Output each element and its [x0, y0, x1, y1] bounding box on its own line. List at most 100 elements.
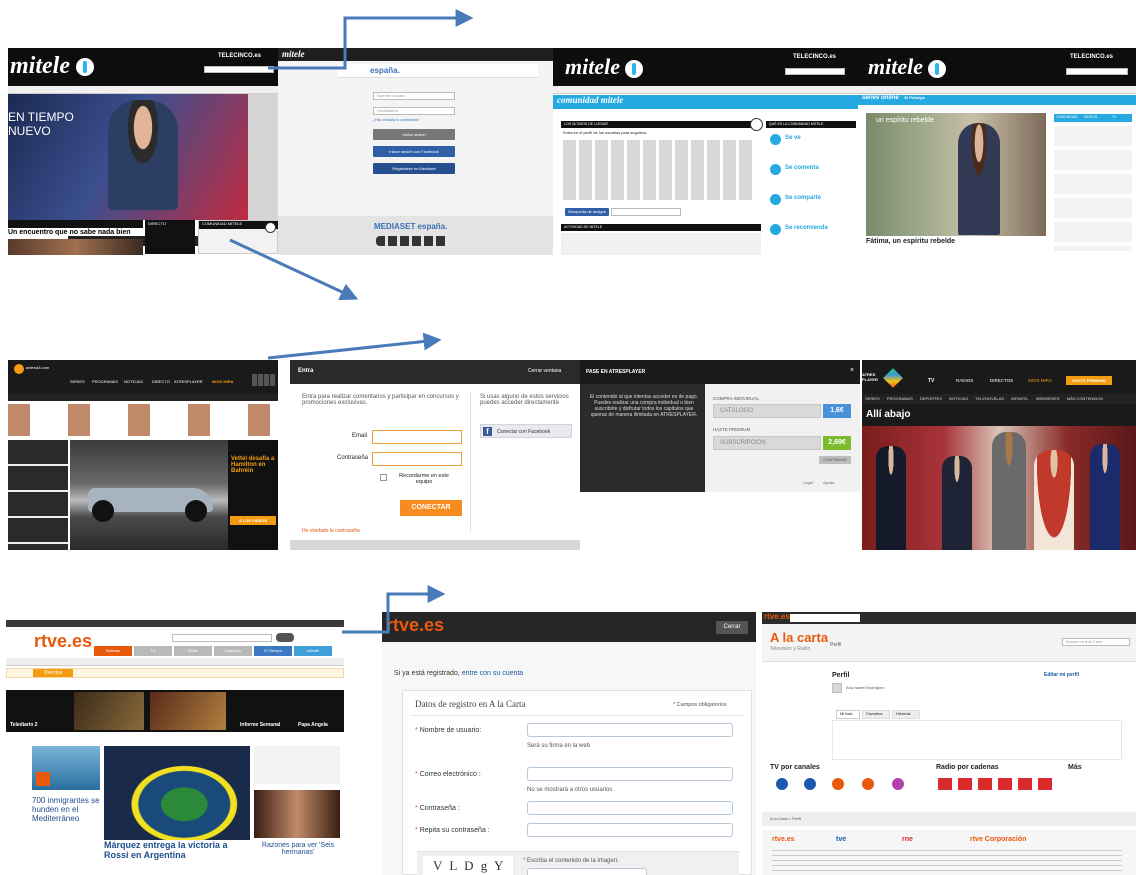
- captcha-input[interactable]: [527, 868, 647, 875]
- premium-footer-help[interactable]: Ayuda: [823, 480, 834, 485]
- community-logo[interactable]: mitele: [565, 54, 644, 80]
- channel-la1-icon[interactable]: [776, 778, 788, 790]
- community-search-input[interactable]: [785, 68, 845, 75]
- tab-tiempo[interactable]: El Tiempo: [254, 646, 292, 656]
- atres-nav-atresplayer[interactable]: ATRESPLAYER: [174, 379, 203, 384]
- a-la-carta-title[interactable]: A la carta: [770, 630, 828, 645]
- video-subnav-webseries[interactable]: WEBSERIES: [1033, 396, 1063, 401]
- video-subnav-telenovelas[interactable]: TELENOVELAS: [972, 396, 1007, 401]
- username-input[interactable]: [527, 723, 733, 737]
- video-nav-tv[interactable]: TV: [928, 378, 934, 384]
- remember-checkbox[interactable]: [380, 474, 387, 481]
- atres-password-input[interactable]: [372, 452, 462, 466]
- forgot-password-link[interactable]: He olvidado la contraseña: [302, 528, 360, 534]
- profile-nav-label[interactable]: Perfil: [830, 642, 841, 648]
- profile-tab-history[interactable]: Historial: [892, 710, 920, 719]
- continue-button[interactable]: CONTINUAR: [819, 456, 851, 464]
- hazte-premium-button[interactable]: HAZTE PREMIUM: [1066, 376, 1112, 385]
- email-input[interactable]: [527, 767, 733, 781]
- atres-nav-noticias[interactable]: NOTICIAS: [124, 379, 143, 384]
- repeat-password-input[interactable]: [527, 823, 733, 837]
- play-icon[interactable]: [36, 772, 50, 786]
- price-subscription[interactable]: 2,69€: [823, 436, 851, 450]
- username-field[interactable]: Nombre usuario: [373, 92, 455, 100]
- catalog-option[interactable]: CATÁLOGO: [713, 404, 821, 418]
- antena3-logo-icon[interactable]: [14, 364, 24, 374]
- price-catalog[interactable]: 1,6€: [823, 404, 851, 418]
- directos-badge[interactable]: Directos: [33, 669, 73, 677]
- a-la-carta-search[interactable]: Buscar en A la Carta: [1062, 638, 1130, 646]
- rtve-left-story-image[interactable]: [32, 746, 100, 790]
- tab-tv[interactable]: TV: [134, 646, 172, 656]
- tab-deportes[interactable]: Deportes: [214, 646, 252, 656]
- series-search-input[interactable]: [1066, 68, 1128, 75]
- atres-nav-directo[interactable]: DIRECTO: [152, 379, 170, 384]
- friend-search-button[interactable]: Búsqueda de amigos: [565, 208, 609, 216]
- video-cast-image[interactable]: [862, 426, 1136, 550]
- channel-la2-icon[interactable]: [804, 778, 816, 790]
- channel-teledeporte-icon[interactable]: [862, 778, 874, 790]
- series-tab-community[interactable]: COMUNIDAD: [1056, 115, 1078, 119]
- search-input[interactable]: [204, 66, 274, 73]
- video-subnav-noticias[interactable]: NOTICIAS: [946, 396, 971, 401]
- profile-tab-favorites[interactable]: Favoritos: [862, 710, 890, 719]
- telecinco-logo[interactable]: TELECINCO.es: [218, 53, 261, 59]
- password-field[interactable]: Contraseña: [373, 107, 455, 115]
- video-subnav-mas[interactable]: MÁS CONTENIDOS: [1064, 396, 1106, 401]
- atres-cta-button[interactable]: A LOS VIDEOS: [230, 516, 276, 525]
- facebook-connect-button[interactable]: f Conectar con Facebook: [480, 424, 572, 438]
- tab-radio[interactable]: Radio: [174, 646, 212, 656]
- login-button[interactable]: Iniciar sesión: [373, 129, 455, 140]
- series-telecinco[interactable]: TELECINCO.es: [1070, 54, 1113, 60]
- next-users-icon[interactable]: [750, 118, 763, 131]
- atres-login-close[interactable]: Cerrar ventana: [528, 368, 561, 374]
- rtve-left-headline[interactable]: 700 inmigrantes se hunden en el Mediterr…: [32, 796, 102, 823]
- video-nav-mios[interactable]: MIOS MIRA: [1028, 378, 1052, 383]
- register-button[interactable]: Registrarse en Mediaset: [373, 163, 455, 174]
- hero-video[interactable]: EN TIEMPO NUEVO: [8, 94, 248, 246]
- login-link[interactable]: entre con su cuenta: [462, 670, 524, 677]
- facebook-login-button[interactable]: Iniciar sesión con Facebook: [373, 146, 455, 157]
- rtve-right-headline[interactable]: Razones para ver 'Seis hermanas': [256, 842, 340, 856]
- series-video-player[interactable]: un espíritu rebelde: [866, 113, 1046, 236]
- footer-rtve[interactable]: rtve.es: [772, 836, 795, 843]
- more-title[interactable]: Más: [1068, 764, 1082, 771]
- story-papa[interactable]: Papa Angela: [298, 722, 328, 728]
- rtve-close-button[interactable]: Cerrar: [716, 621, 748, 634]
- subscription-option[interactable]: SUBSCRIPCIÓN: [713, 436, 821, 450]
- widget-directo[interactable]: DIRECTO: [145, 220, 195, 254]
- edit-profile-link[interactable]: Editar mi perfil: [1044, 672, 1079, 678]
- profile-breadcrumb[interactable]: A la Carta > Perfil: [770, 816, 801, 821]
- forgot-link[interactable]: ¿Has olvidado tu contraseña?: [373, 118, 420, 122]
- atres-nav-series[interactable]: SERIES: [70, 379, 85, 384]
- channel-24h-icon[interactable]: [832, 778, 844, 790]
- footer-rne[interactable]: rne: [902, 836, 913, 843]
- radio-station-logos[interactable]: [938, 778, 1052, 790]
- premium-footer-legal[interactable]: Legal: [803, 480, 813, 485]
- channel-clan-icon[interactable]: [892, 778, 904, 790]
- atres-player-logo-icon[interactable]: [883, 368, 903, 388]
- footer-corporacion[interactable]: rtve Corporación: [970, 836, 1026, 843]
- video-nav-directos[interactable]: DIRECTOS: [990, 378, 1013, 383]
- footer-tve[interactable]: tve: [836, 836, 846, 843]
- video-subnav-programas[interactable]: PROGRAMAS: [884, 396, 916, 401]
- story-informe[interactable]: Informe Semanal: [240, 722, 280, 728]
- community-telecinco[interactable]: TELECINCO.es: [793, 54, 836, 60]
- social-icons[interactable]: [252, 374, 276, 386]
- f1-car-image[interactable]: [70, 440, 228, 550]
- video-subnav-infantil[interactable]: INFANTIL: [1008, 396, 1032, 401]
- atres-email-input[interactable]: [372, 430, 462, 444]
- rtve-main-headline[interactable]: Márquez entrega la victoria a Rossi en A…: [104, 840, 250, 860]
- rtve-search-input[interactable]: [172, 634, 272, 642]
- widget-community[interactable]: COMUNIDAD MITELE: [198, 220, 278, 254]
- profile-tab-mylist[interactable]: Mi lista: [836, 710, 860, 719]
- friend-search-input[interactable]: [611, 208, 681, 216]
- atres-player-logo[interactable]: ATRES PLAYER: [862, 372, 886, 382]
- rtve-right-image[interactable]: [254, 790, 340, 838]
- series-tab-tv[interactable]: TV: [1112, 115, 1116, 119]
- rtve-home-logo[interactable]: rtve.es: [34, 631, 92, 652]
- video-subnav-deportes[interactable]: DEPORTES: [917, 396, 945, 401]
- rtve-profile-selector[interactable]: [790, 614, 860, 622]
- rtve-register-logo[interactable]: rtve.es: [386, 615, 444, 636]
- widget-next-icon[interactable]: [265, 222, 276, 233]
